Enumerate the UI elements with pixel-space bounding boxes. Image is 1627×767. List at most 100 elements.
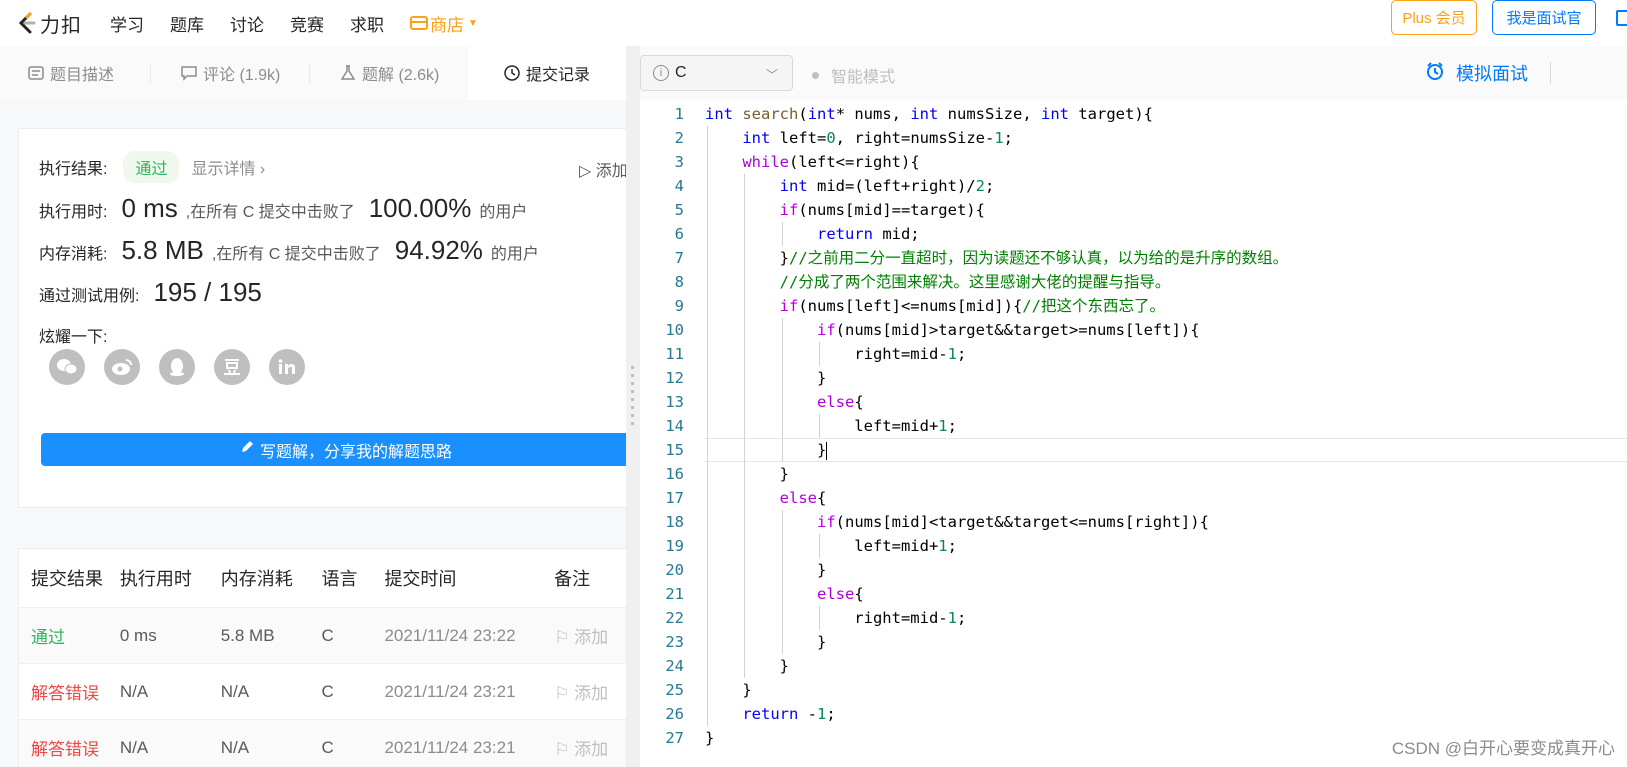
- line-number: 11: [665, 345, 684, 363]
- code-line[interactable]: 7 }//之前用二分一直超时，因为读题还不够认真，以为给的是升序的数组。: [640, 246, 1627, 270]
- code-line[interactable]: 5 if(nums[mid]==target){: [640, 198, 1627, 222]
- nav-learn[interactable]: 学习: [110, 11, 144, 36]
- nav-discuss[interactable]: 讨论: [230, 11, 264, 36]
- line-number: 13: [665, 393, 684, 411]
- code-line[interactable]: 19 left=mid+1;: [640, 534, 1627, 558]
- table-row[interactable]: 通过 0 ms 5.8 MB C 2021/11/24 23:22 ⚐ 添加: [19, 607, 650, 663]
- interviewer-button[interactable]: 我是面试官: [1492, 0, 1596, 35]
- code-line[interactable]: 25 }: [640, 678, 1627, 702]
- line-number: 9: [674, 297, 684, 315]
- code-text: }: [705, 441, 828, 460]
- flag-icon: ⚐: [554, 740, 575, 759]
- code-line[interactable]: 21 else{: [640, 582, 1627, 606]
- status-dot-icon: [812, 71, 819, 79]
- code-line[interactable]: 23 }: [640, 630, 1627, 654]
- code-line[interactable]: 9 if(nums[left]<=nums[mid]){//把这个东西忘了。: [640, 294, 1627, 318]
- code-editor[interactable]: 1 int search(int* nums, int numsSize, int…: [640, 100, 1627, 767]
- line-number: 18: [665, 513, 684, 531]
- line-number: 7: [674, 249, 684, 267]
- runtime-label: 执行用时:: [39, 204, 108, 221]
- code-line[interactable]: 6 return mid;: [640, 222, 1627, 246]
- indent-guide: [707, 126, 708, 726]
- row-result[interactable]: 解答错误: [19, 735, 120, 760]
- nav-shop[interactable]: 商店 ▼: [410, 11, 478, 36]
- top-nav: 力扣 学习 题库 讨论 竞赛 求职 商店 ▼ Plus 会员 我是面试官: [0, 0, 1627, 46]
- logo-text: 力扣: [40, 14, 82, 37]
- layout-icon[interactable]: [1616, 10, 1627, 26]
- row-result[interactable]: 解答错误: [19, 679, 120, 704]
- code-line[interactable]: 12 }: [640, 366, 1627, 390]
- code-text: }: [705, 729, 715, 747]
- code-line[interactable]: 3 while(left<=right){: [640, 150, 1627, 174]
- indent-guide: [781, 318, 783, 462]
- code-line[interactable]: 1 int search(int* nums, int numsSize, int…: [640, 102, 1627, 126]
- tests-row: 通过测试用例: 195 / 195: [39, 277, 270, 308]
- code-text: int left=0, right=numsSize-1;: [742, 129, 1013, 147]
- line-number: 22: [665, 609, 684, 627]
- status-label: 执行结果:: [39, 161, 108, 178]
- code-line[interactable]: 10 if(nums[mid]>target&&target>=nums[lef…: [640, 318, 1627, 342]
- code-text: if(nums[mid]>target&&target>=nums[left])…: [816, 321, 1200, 339]
- code-line[interactable]: 26 return -1;: [640, 702, 1627, 726]
- indent-guide: [781, 510, 783, 654]
- nav-contest[interactable]: 竞赛: [290, 11, 324, 36]
- smart-mode-toggle[interactable]: 智能模式: [812, 63, 895, 87]
- flag-icon: ⚐: [554, 684, 575, 703]
- row-submit-time: 2021/11/24 23:21: [384, 737, 516, 757]
- code-line[interactable]: 24 }: [640, 654, 1627, 678]
- mock-interview-button[interactable]: 模拟面试: [1426, 60, 1528, 86]
- panel-splitter[interactable]: [626, 46, 640, 767]
- show-detail-link[interactable]: 显示详情 ›: [191, 155, 265, 179]
- qq-icon[interactable]: [159, 349, 195, 385]
- douban-icon[interactable]: [214, 349, 250, 385]
- write-solution-button[interactable]: 写题解，分享我的解题思路: [41, 433, 650, 466]
- table-row[interactable]: 解答错误 N/A N/A C 2021/11/24 23:21 ⚐ 添加: [19, 663, 650, 719]
- weibo-icon[interactable]: [104, 349, 140, 385]
- flag-icon: ▷: [579, 163, 592, 180]
- line-number: 2: [674, 129, 684, 147]
- nav-problems[interactable]: 题库: [170, 11, 204, 36]
- row-result[interactable]: 通过: [19, 623, 120, 648]
- code-line[interactable]: 13 else{: [640, 390, 1627, 414]
- table-row[interactable]: 解答错误 N/A N/A C 2021/11/24 23:21 ⚐ 添加: [19, 719, 650, 767]
- code-line[interactable]: 4 int mid=(left+right)/2;: [640, 174, 1627, 198]
- row-submit-time: 2021/11/24 23:21: [384, 681, 516, 701]
- code-line[interactable]: 20 }: [640, 558, 1627, 582]
- smart-mode-label: 智能模式: [831, 69, 896, 86]
- code-line[interactable]: 15 }: [640, 438, 1627, 462]
- tab-solutions[interactable]: 题解 (2.6k): [310, 46, 468, 100]
- share-icons: [49, 349, 324, 385]
- code-text: }//之前用二分一直超时，因为读题还不够认真，以为给的是升序的数组。: [705, 249, 1289, 267]
- logo[interactable]: 力扣: [16, 9, 82, 38]
- code-line[interactable]: 16 }: [640, 462, 1627, 486]
- language-select[interactable]: i C ﹀: [640, 55, 793, 91]
- clock-icon: [504, 65, 520, 81]
- tab-submissions[interactable]: 提交记录: [468, 46, 626, 100]
- line-number: 6: [674, 225, 684, 243]
- code-text: }: [705, 561, 827, 579]
- language-value: C: [675, 64, 687, 81]
- drag-handle-icon[interactable]: [631, 366, 634, 426]
- memory-value: 5.8 MB: [121, 235, 204, 265]
- line-number: 15: [665, 441, 684, 459]
- code-line[interactable]: 2 int left=0, right=numsSize-1;: [640, 126, 1627, 150]
- nav-jobs[interactable]: 求职: [350, 11, 384, 36]
- tab-comments[interactable]: 评论 (1.9k): [151, 46, 309, 100]
- linkedin-icon[interactable]: [269, 349, 305, 385]
- code-line[interactable]: 8 //分成了两个范围来解决。这里感谢大佬的提醒与指导。: [640, 270, 1627, 294]
- plus-member-button[interactable]: Plus 会员: [1391, 0, 1477, 35]
- line-number: 1: [674, 105, 684, 123]
- code-line[interactable]: 18 if(nums[mid]<target&&target<=nums[rig…: [640, 510, 1627, 534]
- code-text: else{: [779, 489, 827, 507]
- code-line[interactable]: 17 else{: [640, 486, 1627, 510]
- row-language: C: [321, 737, 334, 757]
- code-text: return -1;: [742, 705, 836, 723]
- col-runtime: 执行用时: [119, 569, 192, 589]
- code-line[interactable]: 11 right=mid-1;: [640, 342, 1627, 366]
- wechat-icon[interactable]: [49, 349, 85, 385]
- code-line[interactable]: 22 right=mid-1;: [640, 606, 1627, 630]
- line-number: 20: [665, 561, 684, 579]
- tab-description[interactable]: 题目描述: [0, 46, 150, 100]
- code-line[interactable]: 14 left=mid+1;: [640, 414, 1627, 438]
- line-number: 12: [665, 369, 684, 387]
